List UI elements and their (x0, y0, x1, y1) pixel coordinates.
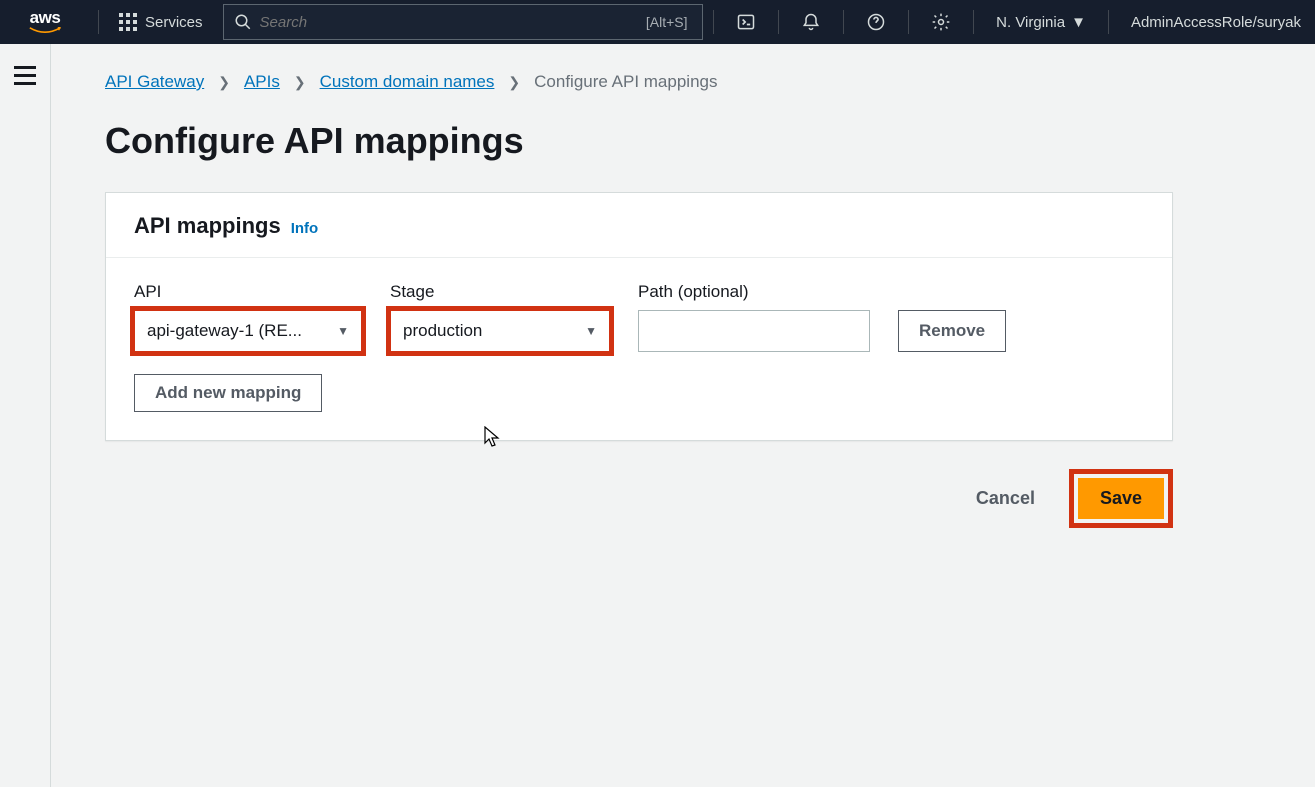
gear-icon (931, 12, 951, 32)
chevron-down-icon: ▼ (337, 324, 349, 338)
path-input-wrap[interactable] (638, 310, 870, 352)
bell-icon (801, 12, 821, 32)
settings-button[interactable] (917, 0, 965, 44)
save-button[interactable]: Save (1078, 478, 1164, 519)
cloudshell-button[interactable] (722, 0, 770, 44)
path-field: Path (optional) (638, 282, 870, 352)
api-select[interactable]: api-gateway-1 (RE... ▼ (134, 310, 362, 352)
page-title: Configure API mappings (105, 120, 1315, 162)
remove-button[interactable]: Remove (898, 310, 1006, 352)
cloudshell-icon (736, 12, 756, 32)
chevron-right-icon: ❯ (508, 74, 520, 91)
nav-separator (908, 10, 909, 34)
save-highlight: Save (1069, 469, 1173, 528)
path-label: Path (optional) (638, 282, 870, 302)
path-input[interactable] (651, 321, 857, 341)
services-label: Services (145, 14, 203, 31)
footer-actions: Cancel Save (105, 469, 1173, 528)
stage-field: Stage production ▼ (390, 282, 610, 352)
api-field: API api-gateway-1 (RE... ▼ (134, 282, 362, 352)
breadcrumb-link-apis[interactable]: APIs (244, 72, 280, 92)
nav-separator (973, 10, 974, 34)
stage-label: Stage (390, 282, 610, 302)
region-selector[interactable]: N. Virginia ▼ (982, 14, 1100, 31)
search-icon (234, 13, 252, 31)
breadcrumb-link-api-gateway[interactable]: API Gateway (105, 72, 204, 92)
help-button[interactable] (852, 0, 900, 44)
aws-smile-icon (26, 27, 64, 35)
panel-header: API mappings Info (106, 193, 1172, 258)
search-box[interactable]: [Alt+S] (223, 4, 703, 40)
panel-title: API mappings (134, 213, 281, 239)
breadcrumb-current: Configure API mappings (534, 72, 717, 92)
notifications-button[interactable] (787, 0, 835, 44)
top-nav: aws Services [Alt+S] N. Virginia ▼ (0, 0, 1315, 44)
chevron-right-icon: ❯ (218, 74, 230, 91)
cancel-button[interactable]: Cancel (960, 478, 1051, 519)
chevron-down-icon: ▼ (585, 324, 597, 338)
api-mappings-panel: API mappings Info API api-gateway-1 (RE.… (105, 192, 1173, 441)
nav-separator (843, 10, 844, 34)
chevron-right-icon: ❯ (294, 74, 306, 91)
user-menu[interactable]: AdminAccessRole/suryak (1117, 14, 1315, 31)
region-label: N. Virginia (996, 14, 1065, 31)
help-icon (866, 12, 886, 32)
nav-separator (1108, 10, 1109, 34)
stage-select-value: production (403, 321, 482, 341)
breadcrumb: API Gateway ❯ APIs ❯ Custom domain names… (105, 72, 1315, 92)
info-link[interactable]: Info (291, 220, 319, 237)
mapping-row: API api-gateway-1 (RE... ▼ Stage product… (134, 282, 1144, 352)
nav-separator (713, 10, 714, 34)
search-hint: [Alt+S] (646, 14, 688, 30)
nav-separator (98, 10, 99, 34)
api-select-value: api-gateway-1 (RE... (147, 321, 302, 341)
add-new-mapping-button[interactable]: Add new mapping (134, 374, 322, 412)
services-grid-icon (119, 13, 137, 31)
aws-logo-text: aws (30, 9, 61, 26)
search-input[interactable] (260, 14, 646, 31)
api-label: API (134, 282, 362, 302)
aws-logo[interactable]: aws (20, 9, 70, 35)
chevron-down-icon: ▼ (1071, 14, 1086, 31)
nav-separator (778, 10, 779, 34)
main-content: API Gateway ❯ APIs ❯ Custom domain names… (50, 44, 1315, 787)
hamburger-menu-button[interactable] (10, 60, 40, 90)
stage-select[interactable]: production ▼ (390, 310, 610, 352)
panel-body: API api-gateway-1 (RE... ▼ Stage product… (106, 258, 1172, 440)
breadcrumb-link-custom-domain[interactable]: Custom domain names (320, 72, 495, 92)
services-button[interactable]: Services (107, 0, 215, 44)
